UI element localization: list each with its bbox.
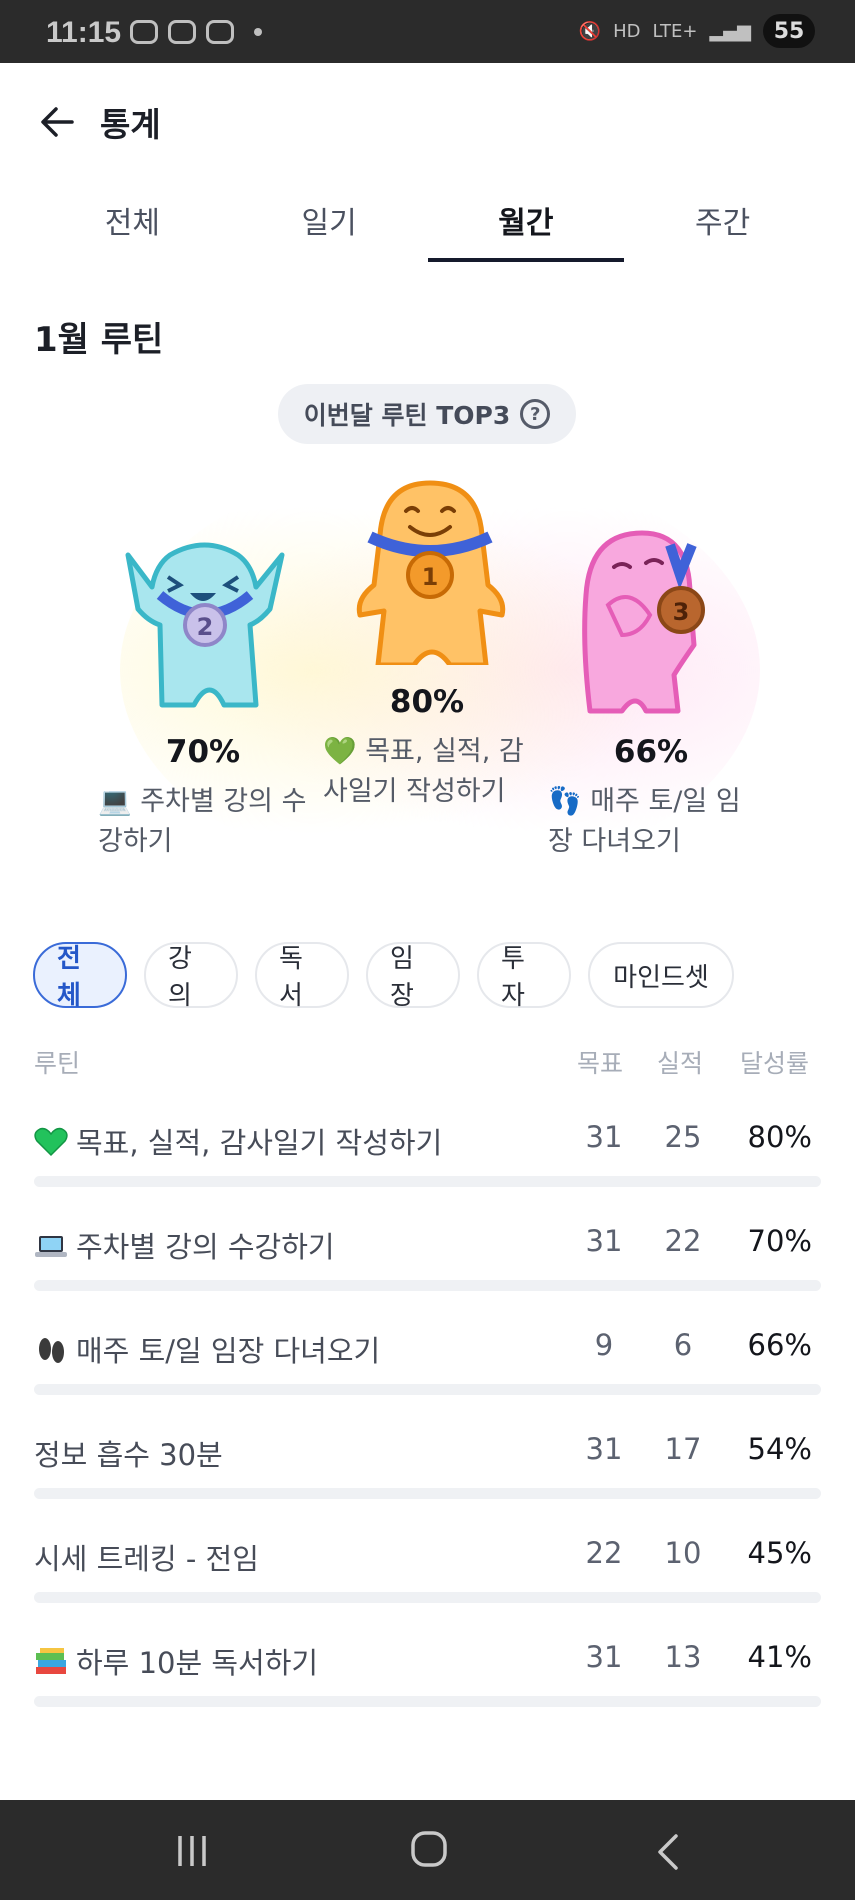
row-goal: 31 <box>585 1432 623 1466</box>
row-divider <box>34 1592 821 1603</box>
books-icon <box>36 1648 66 1674</box>
system-nav-bar <box>0 1800 855 1900</box>
row-divider <box>34 1176 821 1187</box>
table-row[interactable]: 하루 10분 독서하기 31 13 41% <box>34 1630 821 1734</box>
rank3-name-line2: 장 다녀오기 <box>548 826 681 857</box>
tab-diary[interactable]: 일기 <box>231 190 428 262</box>
rank3-name: 👣 매주 토/일 임 장 다녀오기 <box>548 782 768 862</box>
row-actual: 13 <box>664 1640 702 1674</box>
rank1-name-line2: 사일기 작성하기 <box>323 776 506 807</box>
row-name: 매주 토/일 임장 다녀오기 <box>76 1334 381 1368</box>
row-rate: 66% <box>747 1328 812 1362</box>
screenshot-icon <box>168 20 196 44</box>
battery-indicator: 55 <box>763 14 815 48</box>
status-right: 🔇 HD LTE+ ▂▄▆ 55 <box>579 14 815 48</box>
tab-monthly[interactable]: 월간 <box>427 190 625 262</box>
back-nav-icon[interactable] <box>654 1834 684 1874</box>
routine-table: 목표, 실적, 감사일기 작성하기 31 25 80% 주차별 강의 수강하기 … <box>34 1110 821 1734</box>
arrow-left-icon[interactable] <box>36 100 80 144</box>
talk-icon <box>130 20 158 44</box>
rank1-percent: 80% <box>389 684 465 720</box>
question-circle-icon[interactable]: ? <box>520 399 551 429</box>
notification-icons <box>130 20 262 44</box>
pen-icon <box>206 20 234 44</box>
table-row[interactable]: 매주 토/일 임장 다녀오기 9 6 66% <box>34 1318 821 1422</box>
rank3-character-icon: 3 <box>570 525 740 719</box>
row-name: 목표, 실적, 감사일기 작성하기 <box>76 1126 443 1160</box>
table-row[interactable]: 주차별 강의 수강하기 31 22 70% <box>34 1214 821 1318</box>
rank2-percent: 70% <box>165 734 241 770</box>
more-dot-icon <box>254 28 262 36</box>
row-divider <box>34 1696 821 1707</box>
section-title: 1월 루틴 <box>34 320 164 360</box>
row-actual: 25 <box>664 1120 702 1154</box>
tab-weekly[interactable]: 주간 <box>624 190 821 262</box>
page-title: 통계 <box>100 105 161 144</box>
chip-lecture[interactable]: 강의 <box>144 942 238 1011</box>
row-name: 정보 흡수 30분 <box>34 1438 223 1472</box>
hd-label: HD <box>613 20 641 42</box>
tab-all[interactable]: 전체 <box>34 190 231 262</box>
chip-site-visit[interactable]: 임장 <box>366 942 460 1011</box>
status-time: 11:15 <box>46 16 122 49</box>
rank2-name-line1: 💻 주차별 강의 수 <box>98 786 307 817</box>
row-name: 시세 트레킹 - 전임 <box>34 1542 259 1576</box>
row-goal: 9 <box>594 1328 614 1362</box>
row-rate: 70% <box>747 1224 812 1258</box>
rank3-name-line1: 👣 매주 토/일 임 <box>548 786 741 817</box>
rank1-name-line1: 💚 목표, 실적, 감 <box>323 736 524 767</box>
row-goal: 22 <box>585 1536 623 1570</box>
rank2-character-icon: 2 <box>110 525 300 719</box>
row-actual: 6 <box>673 1328 693 1362</box>
status-bar: 11:15 🔇 HD LTE+ ▂▄▆ 55 <box>0 0 855 63</box>
green-heart-icon <box>34 1127 68 1157</box>
rank2-name: 💻 주차별 강의 수 강하기 <box>98 782 318 862</box>
category-chips: 전체 강의 독서 임장 투자 마인드셋 <box>33 942 734 1011</box>
row-rate: 54% <box>747 1432 812 1466</box>
rank2-name-line2: 강하기 <box>98 826 173 857</box>
rank1-character-icon: 1 <box>340 475 520 669</box>
top3-label: 이번달 루틴 TOP3 <box>303 401 511 430</box>
svg-text:3: 3 <box>673 598 690 626</box>
chip-reading[interactable]: 독서 <box>255 942 349 1011</box>
table-row[interactable]: 목표, 실적, 감사일기 작성하기 31 25 80% <box>34 1110 821 1214</box>
table-row[interactable]: 시세 트레킹 - 전임 22 10 45% <box>34 1526 821 1630</box>
row-divider <box>34 1280 821 1291</box>
row-goal: 31 <box>585 1640 623 1674</box>
row-rate: 41% <box>747 1640 812 1674</box>
header-goal: 목표 <box>577 1049 624 1078</box>
chip-mindset[interactable]: 마인드셋 <box>588 942 734 1008</box>
svg-text:1: 1 <box>422 563 439 591</box>
rank3-percent: 66% <box>613 734 689 770</box>
table-row[interactable]: 정보 흡수 30분 31 17 54% <box>34 1422 821 1526</box>
tab-bar: 전체 일기 월간 주간 <box>34 190 821 262</box>
mute-icon: 🔇 <box>578 20 602 42</box>
row-goal: 31 <box>585 1120 623 1154</box>
row-divider <box>34 1488 821 1499</box>
header-rate: 달성률 <box>740 1049 810 1078</box>
chip-investment[interactable]: 투자 <box>477 942 571 1011</box>
row-divider <box>34 1384 821 1395</box>
footprints-icon <box>39 1338 64 1363</box>
top3-pill[interactable]: 이번달 루틴 TOP3 ? <box>278 384 576 444</box>
row-actual: 10 <box>664 1536 702 1570</box>
chip-all[interactable]: 전체 <box>33 942 127 1011</box>
header-routine: 루틴 <box>34 1049 81 1078</box>
row-name: 하루 10분 독서하기 <box>76 1646 319 1680</box>
row-actual: 22 <box>664 1224 702 1258</box>
row-goal: 31 <box>585 1224 623 1258</box>
row-actual: 17 <box>664 1432 702 1466</box>
laptop-icon <box>35 1236 67 1257</box>
network-label: LTE+ <box>652 20 698 42</box>
row-name: 주차별 강의 수강하기 <box>76 1230 335 1264</box>
row-rate: 45% <box>747 1536 812 1570</box>
rank1-name: 💚 목표, 실적, 감 사일기 작성하기 <box>323 732 543 812</box>
header-actual: 실적 <box>657 1049 704 1078</box>
table-header: 루틴 목표 실적 달성률 <box>34 1044 821 1080</box>
svg-text:2: 2 <box>197 613 214 641</box>
row-rate: 80% <box>747 1120 812 1154</box>
signal-icon: ▂▄▆ <box>709 20 751 42</box>
recent-apps-icon[interactable] <box>174 1834 210 1872</box>
home-icon[interactable] <box>410 1830 448 1872</box>
